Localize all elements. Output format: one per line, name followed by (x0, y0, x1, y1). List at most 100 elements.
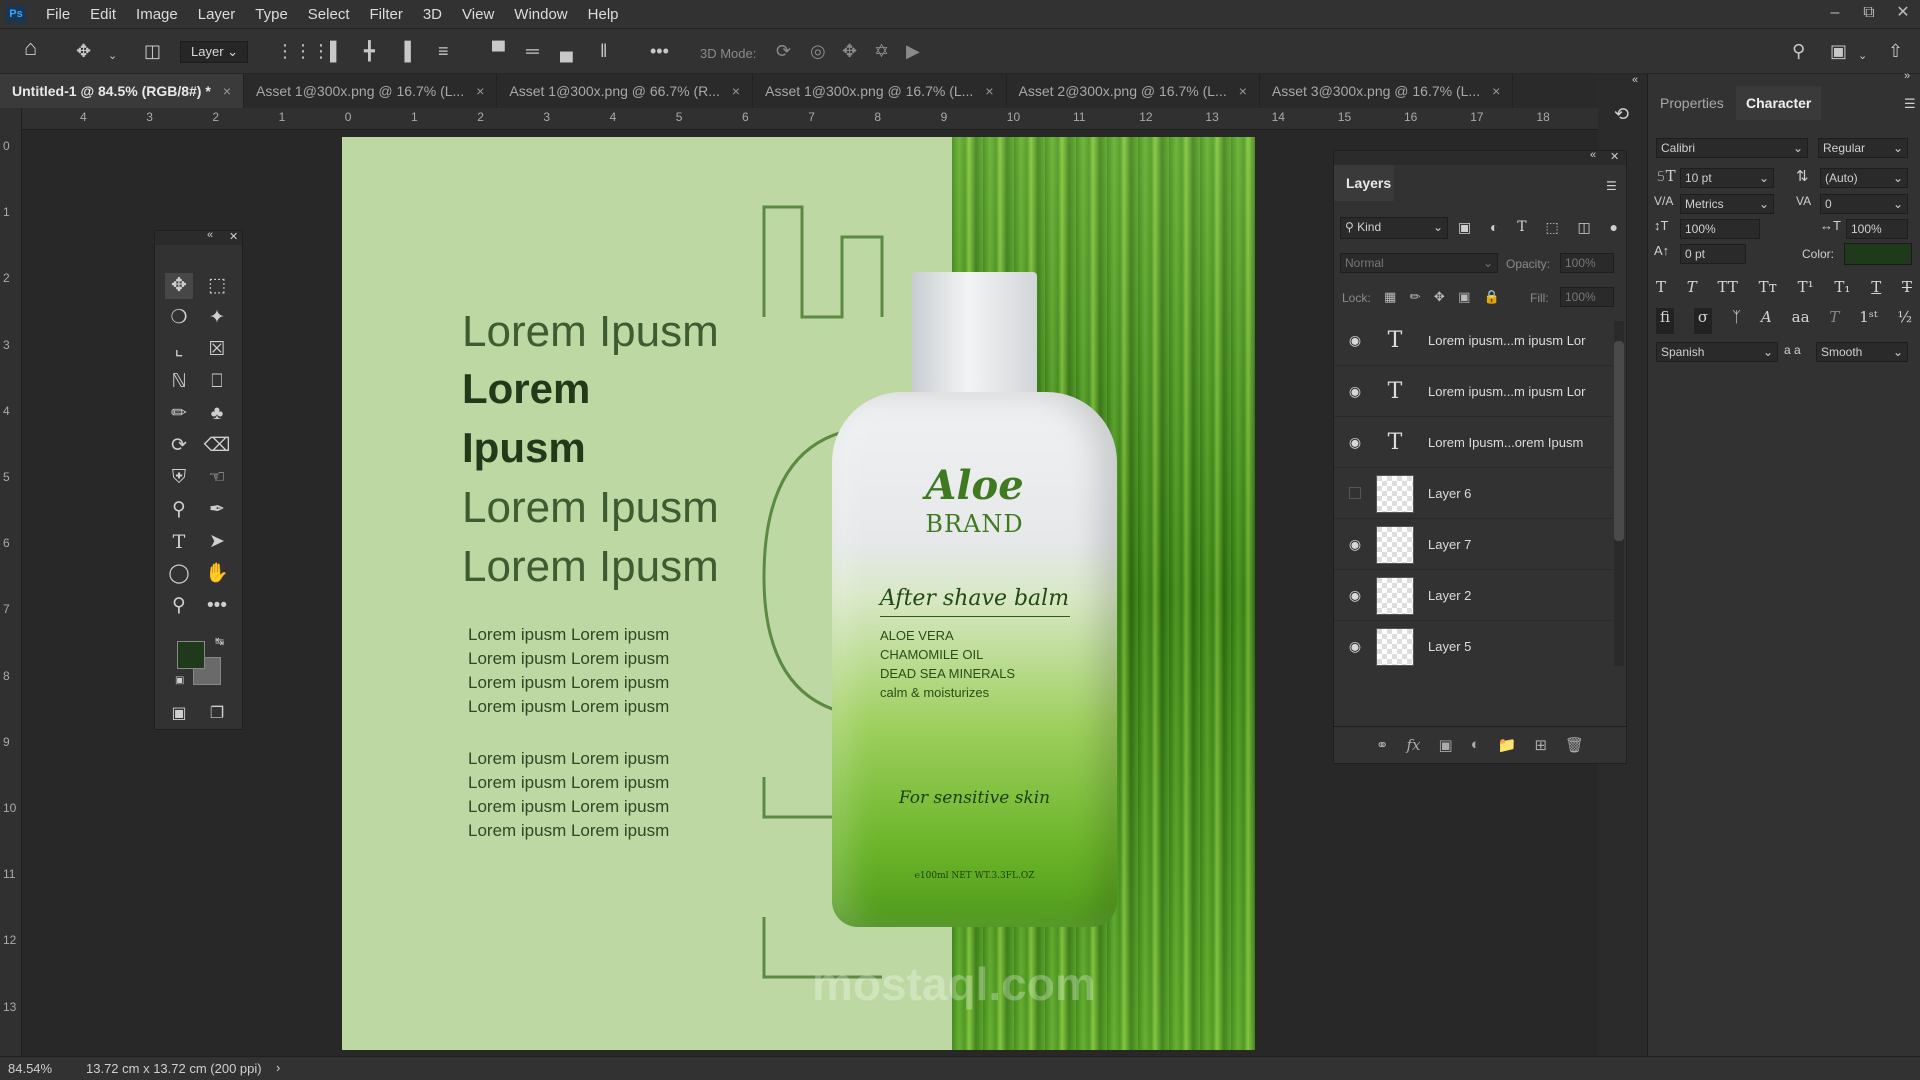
move-tool-icon[interactable]: ✥ (165, 273, 193, 299)
close-tab-icon[interactable]: × (223, 83, 231, 99)
eraser-tool-icon[interactable]: ⌫ (203, 433, 231, 459)
align-center-h-icon[interactable]: ╋ (364, 42, 375, 60)
menu-view[interactable]: View (452, 6, 504, 23)
layer-row[interactable]: Layer 6 (1334, 469, 1612, 519)
menu-edit[interactable]: Edit (80, 6, 126, 23)
share-icon[interactable]: ⇧ (1888, 42, 1903, 60)
ordinals-icon[interactable]: T (1829, 308, 1839, 334)
swap-colors-icon[interactable]: ↹ (215, 635, 224, 648)
faux-bold-icon[interactable]: T (1656, 278, 1666, 302)
document-tab[interactable]: Asset 1@300x.png @ 16.7% (L... × (753, 74, 1007, 108)
type-tool-icon[interactable]: T (165, 529, 193, 555)
layer-row[interactable]: ◉ T Lorem ipusm...m ipusm Lor (1334, 316, 1612, 366)
tab-character[interactable]: Character (1736, 86, 1822, 120)
adjustment-filter-icon[interactable]: ◐ (1490, 219, 1498, 236)
align-left-icon[interactable]: ▌ (330, 42, 343, 60)
lock-image-icon[interactable]: ✏ (1410, 289, 1421, 305)
screen-mode-icon[interactable]: ❐ (203, 701, 231, 727)
visibility-off-icon[interactable] (1334, 486, 1376, 502)
workspace-chevron-icon[interactable]: ⌄ (1858, 47, 1867, 65)
kerning-field[interactable]: Metrics ⌄ (1680, 194, 1774, 214)
menu-3d[interactable]: 3D (413, 6, 452, 23)
layer-row[interactable]: ◉ Layer 7 (1334, 520, 1612, 570)
font-style-select[interactable]: Regular ⌄ (1818, 138, 1908, 158)
close-tab-icon[interactable]: × (985, 83, 993, 99)
align-top-icon[interactable]: ▀ (492, 42, 505, 60)
link-layers-icon[interactable]: ⚭ (1376, 736, 1389, 754)
swash-icon[interactable]: ᛉ (1732, 308, 1741, 334)
new-group-icon[interactable]: 📁 (1498, 736, 1517, 754)
tab-properties[interactable]: Properties (1650, 86, 1734, 120)
pixel-filter-icon[interactable]: ▣ (1458, 219, 1471, 236)
menu-filter[interactable]: Filter (360, 6, 413, 23)
opacity-field[interactable]: 100% (1560, 253, 1614, 273)
home-icon[interactable]: ⌂ (24, 37, 37, 59)
visibility-eye-icon[interactable]: ◉ (1334, 638, 1376, 655)
strikethrough-icon[interactable]: T (1902, 278, 1912, 302)
discretionary-ligatures-icon[interactable]: σ (1693, 308, 1713, 334)
magic-wand-icon[interactable]: ✦ (203, 305, 231, 331)
adjustment-layer-icon[interactable]: ◐ (1471, 736, 1480, 753)
close-tab-icon[interactable]: × (476, 83, 484, 99)
language-select[interactable]: Spanish ⌄ (1656, 342, 1778, 362)
layer-row[interactable]: ◉ T Lorem ipusm...m ipusm Lor (1334, 367, 1612, 417)
type-filter-icon[interactable]: T (1517, 219, 1526, 236)
distribute-icon[interactable]: ≡ (438, 42, 449, 60)
document-tab[interactable]: Asset 1@300x.png @ 16.7% (L... × (244, 74, 498, 108)
ligatures-icon[interactable]: fi (1656, 308, 1675, 334)
font-family-select[interactable]: Calibri ⌄ (1656, 138, 1808, 158)
marquee-tool-icon[interactable]: ⬚ (203, 273, 231, 299)
history-brush-icon[interactable]: ⟳ (165, 433, 193, 459)
visibility-eye-icon[interactable]: ◉ (1334, 434, 1376, 451)
filter-toggle-icon[interactable]: ● (1610, 219, 1618, 236)
menu-layer[interactable]: Layer (188, 6, 246, 23)
smart-object-filter-icon[interactable]: ◫ (1577, 219, 1590, 236)
move-tool-icon[interactable]: ✥ (76, 42, 91, 60)
distribute-v-icon[interactable]: ‖ (600, 42, 607, 60)
ellipse-tool-icon[interactable]: ◯ (165, 561, 193, 587)
menu-help[interactable]: Help (578, 6, 629, 23)
filter-kind-select[interactable]: ⚲ Kind ⌄ (1340, 217, 1448, 239)
quick-mask-icon[interactable]: ▣ (165, 701, 193, 727)
superscript-icon[interactable]: T¹ (1798, 278, 1814, 302)
blend-mode-select[interactable]: Normal ⌄ (1340, 253, 1498, 273)
close-panel-icon[interactable]: ✕ (229, 230, 238, 243)
menu-window[interactable]: Window (504, 6, 577, 23)
hand-tool-icon[interactable]: ✋ (203, 561, 231, 587)
menu-select[interactable]: Select (298, 6, 360, 23)
default-colors-icon[interactable]: ▣ (175, 675, 184, 686)
expand-icon[interactable]: » (1904, 70, 1910, 82)
panel-menu-icon[interactable]: ☰ (1904, 96, 1916, 112)
layer-fx-icon[interactable]: fx (1407, 736, 1421, 754)
document-tab[interactable]: Asset 3@300x.png @ 16.7% (L... × (1259, 74, 1514, 108)
collapse-dock-icon[interactable]: « (1632, 74, 1638, 86)
status-arrow-icon[interactable]: › (276, 1060, 280, 1075)
layer-row[interactable]: ◉ Layer 5 (1334, 622, 1612, 666)
layers-tab[interactable]: Layers (1334, 165, 1394, 201)
titling-icon[interactable]: aa (1792, 308, 1810, 334)
vertical-scale-field[interactable]: 100% (1680, 219, 1760, 239)
fill-field[interactable]: 100% (1560, 287, 1614, 307)
lock-all-icon[interactable]: 🔒 (1484, 289, 1500, 305)
close-icon[interactable]: ✕ (1886, 0, 1920, 26)
ordinal-1st-icon[interactable]: 1ˢᵗ (1859, 308, 1877, 334)
layers-scrollbar[interactable] (1614, 321, 1624, 666)
text-color-swatch[interactable] (1844, 243, 1912, 265)
dodge-tool-icon[interactable]: ⚲ (165, 497, 193, 523)
visibility-eye-icon[interactable]: ◉ (1334, 383, 1376, 400)
restore-icon[interactable]: ⧉ (1852, 0, 1886, 26)
horizontal-scale-field[interactable]: 100% (1846, 219, 1908, 239)
delete-layer-icon[interactable]: 🗑 (1565, 736, 1584, 754)
small-caps-icon[interactable]: Tᴛ (1759, 278, 1777, 302)
close-panel-icon[interactable]: ✕ (1610, 150, 1619, 163)
panel-menu-icon[interactable]: ☰ (1606, 179, 1617, 193)
crop-tool-icon[interactable]: ⌞ (165, 337, 193, 363)
align-right-icon[interactable]: ▐ (398, 42, 411, 60)
document-tab[interactable]: Asset 2@300x.png @ 16.7% (L... × (1006, 74, 1260, 108)
visibility-eye-icon[interactable]: ◉ (1334, 536, 1376, 553)
tracking-field[interactable]: 0 ⌄ (1820, 194, 1908, 214)
all-caps-icon[interactable]: TT (1718, 278, 1738, 302)
close-tab-icon[interactable]: × (732, 83, 740, 99)
brush-tool-icon[interactable]: ✏ (165, 401, 193, 427)
align-bottom-icon[interactable]: ▄ (560, 42, 573, 60)
